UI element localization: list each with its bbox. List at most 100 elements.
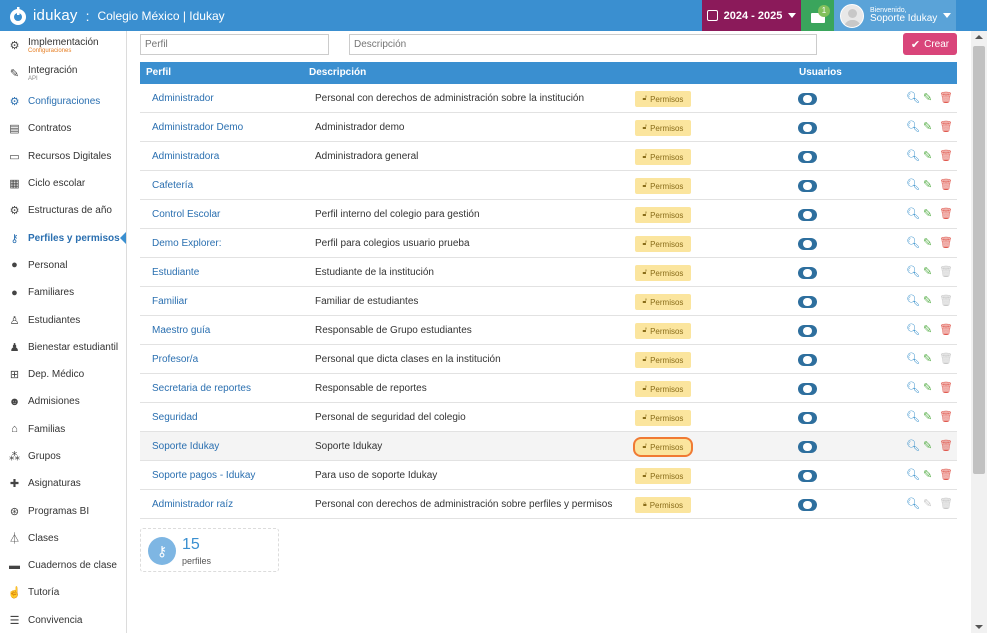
view-icon[interactable]: 🔍︎ [906,440,920,453]
messages-button[interactable]: 1 [801,0,834,31]
permissions-button[interactable]: 🔓︎ Permisos [635,265,691,281]
sidebar-item-personal[interactable]: ● Personal [0,252,126,279]
school-year-selector[interactable]: 2024 - 2025 [702,0,801,31]
permissions-button[interactable]: 🔓︎ Permisos [635,439,691,455]
sidebar-item-medico[interactable]: ⊞ Dep. Médico [0,361,126,388]
sidebar-item-integracion[interactable]: ✎ Integración API [0,60,126,89]
users-icon[interactable] [798,267,817,279]
view-icon[interactable]: 🔍︎ [906,179,920,192]
users-icon[interactable] [798,238,817,250]
sidebar-item-configuraciones[interactable]: ⚙ Configuraciones [0,88,126,115]
edit-icon[interactable]: ✎ [923,295,932,308]
delete-icon[interactable]: 🗑︎ [939,382,953,395]
delete-icon[interactable]: 🗑︎ [939,469,953,482]
view-icon[interactable]: 🔍︎ [906,208,920,221]
edit-icon[interactable]: ✎ [923,208,932,221]
sidebar-item-programas-bi[interactable]: ⊛ Programas BI [0,497,126,524]
delete-icon[interactable]: 🗑︎ [939,411,953,424]
scrollbar[interactable] [971,31,987,633]
view-icon[interactable]: 🔍︎ [906,266,920,279]
users-icon[interactable] [798,93,817,105]
profile-name-link[interactable]: Soporte Idukay [152,432,219,461]
permissions-button[interactable]: 🔓︎ Permisos [635,352,691,368]
edit-icon[interactable]: ✎ [923,411,932,424]
users-icon[interactable] [798,151,817,163]
delete-icon[interactable]: 🗑︎ [939,237,953,250]
profile-name-link[interactable]: Administrador Demo [152,113,243,142]
profile-name-link[interactable]: Seguridad [152,403,198,432]
sidebar-item-contratos[interactable]: ▤ Contratos [0,115,126,142]
descripcion-filter-input[interactable] [349,34,817,55]
profile-name-link[interactable]: Cafetería [152,171,193,200]
sidebar-item-estructuras[interactable]: ⚙ Estructuras de año [0,197,126,224]
delete-icon[interactable]: 🗑︎ [939,179,953,192]
view-icon[interactable]: 🔍︎ [906,92,920,105]
edit-icon[interactable]: ✎ [923,324,932,337]
profile-name-link[interactable]: Soporte pagos - Idukay [152,461,255,490]
sidebar-item-familiares[interactable]: ● Familiares [0,279,126,306]
sidebar-item-cuadernos[interactable]: ▬ Cuadernos de clase [0,552,126,579]
delete-icon[interactable]: 🗑︎ [939,150,953,163]
profile-name-link[interactable]: Administrador [152,84,214,113]
delete-icon[interactable]: 🗑︎ [939,440,953,453]
users-icon[interactable] [798,470,817,482]
profile-name-link[interactable]: Demo Explorer: [152,229,221,258]
sidebar-item-asignaturas[interactable]: ✚ Asignaturas [0,470,126,497]
permissions-button[interactable]: 🔓︎ Permisos [635,294,691,310]
permissions-button[interactable]: 🔓︎ Permisos [635,91,691,107]
view-icon[interactable]: 🔍︎ [906,411,920,424]
sidebar-item-recursos-digitales[interactable]: ▭ Recursos Digitales [0,143,126,170]
sidebar-item-familias[interactable]: ⌂ Familias [0,416,126,443]
view-icon[interactable]: 🔍︎ [906,295,920,308]
sidebar-item-bienestar[interactable]: ♟ Bienestar estudiantil [0,334,126,361]
users-icon[interactable] [798,383,817,395]
user-menu[interactable]: Bienvenido, Soporte Idukay [834,0,956,31]
permissions-button[interactable]: 🔒︎ Permisos [635,497,691,513]
users-icon[interactable] [798,325,817,337]
scroll-down-arrow-icon[interactable] [975,625,983,629]
view-icon[interactable]: 🔍︎ [906,382,920,395]
view-icon[interactable]: 🔍︎ [906,237,920,250]
users-icon[interactable] [798,412,817,424]
permissions-button[interactable]: 🔓︎ Permisos [635,468,691,484]
profile-name-link[interactable]: Familiar [152,287,188,316]
profile-name-link[interactable]: Profesor/a [152,345,198,374]
sidebar-item-perfiles[interactable]: ⚷ Perfiles y permisos [0,224,126,251]
edit-icon[interactable]: ✎ [923,266,932,279]
edit-icon[interactable]: ✎ [923,237,932,250]
permissions-button[interactable]: 🔓︎ Permisos [635,381,691,397]
sidebar-item-implementacion[interactable]: ⚙ Implementación Configuraciones [0,31,126,60]
delete-icon[interactable]: 🗑︎ [939,92,953,105]
perfil-filter-input[interactable] [140,34,329,55]
brand[interactable]: idukay : Colegio México | Idukay [8,0,225,31]
profile-name-link[interactable]: Secretaria de reportes [152,374,251,403]
permissions-button[interactable]: 🔓︎ Permisos [635,410,691,426]
sidebar-item-estudiantes[interactable]: ♙ Estudiantes [0,306,126,333]
edit-icon[interactable]: ✎ [923,440,932,453]
permissions-button[interactable]: 🔓︎ Permisos [635,120,691,136]
delete-icon[interactable]: 🗑︎ [939,121,953,134]
users-icon[interactable] [798,180,817,192]
users-icon[interactable] [798,441,817,453]
profile-name-link[interactable]: Administradora [152,142,219,171]
delete-icon[interactable]: 🗑︎ [939,324,953,337]
scroll-thumb[interactable] [973,46,985,474]
profile-name-link[interactable]: Maestro guía [152,316,210,345]
sidebar-item-grupos[interactable]: ⁂ Grupos [0,443,126,470]
permissions-button[interactable]: 🔓︎ Permisos [635,149,691,165]
edit-icon[interactable]: ✎ [923,121,932,134]
sidebar-item-convivencia[interactable]: ☰ Convivencia [0,607,126,633]
edit-icon[interactable]: ✎ [923,92,932,105]
view-icon[interactable]: 🔍︎ [906,469,920,482]
users-icon[interactable] [798,296,817,308]
view-icon[interactable]: 🔍︎ [906,324,920,337]
scroll-up-arrow-icon[interactable] [975,35,983,39]
sidebar-item-admisiones[interactable]: ☻ Admisiones [0,388,126,415]
permissions-button[interactable]: 🔓︎ Permisos [635,178,691,194]
profile-name-link[interactable]: Control Escolar [152,200,220,229]
edit-icon[interactable]: ✎ [923,150,932,163]
view-icon[interactable]: 🔍︎ [906,150,920,163]
profile-name-link[interactable]: Estudiante [152,258,199,287]
edit-icon[interactable]: ✎ [923,382,932,395]
edit-icon[interactable]: ✎ [923,353,932,366]
